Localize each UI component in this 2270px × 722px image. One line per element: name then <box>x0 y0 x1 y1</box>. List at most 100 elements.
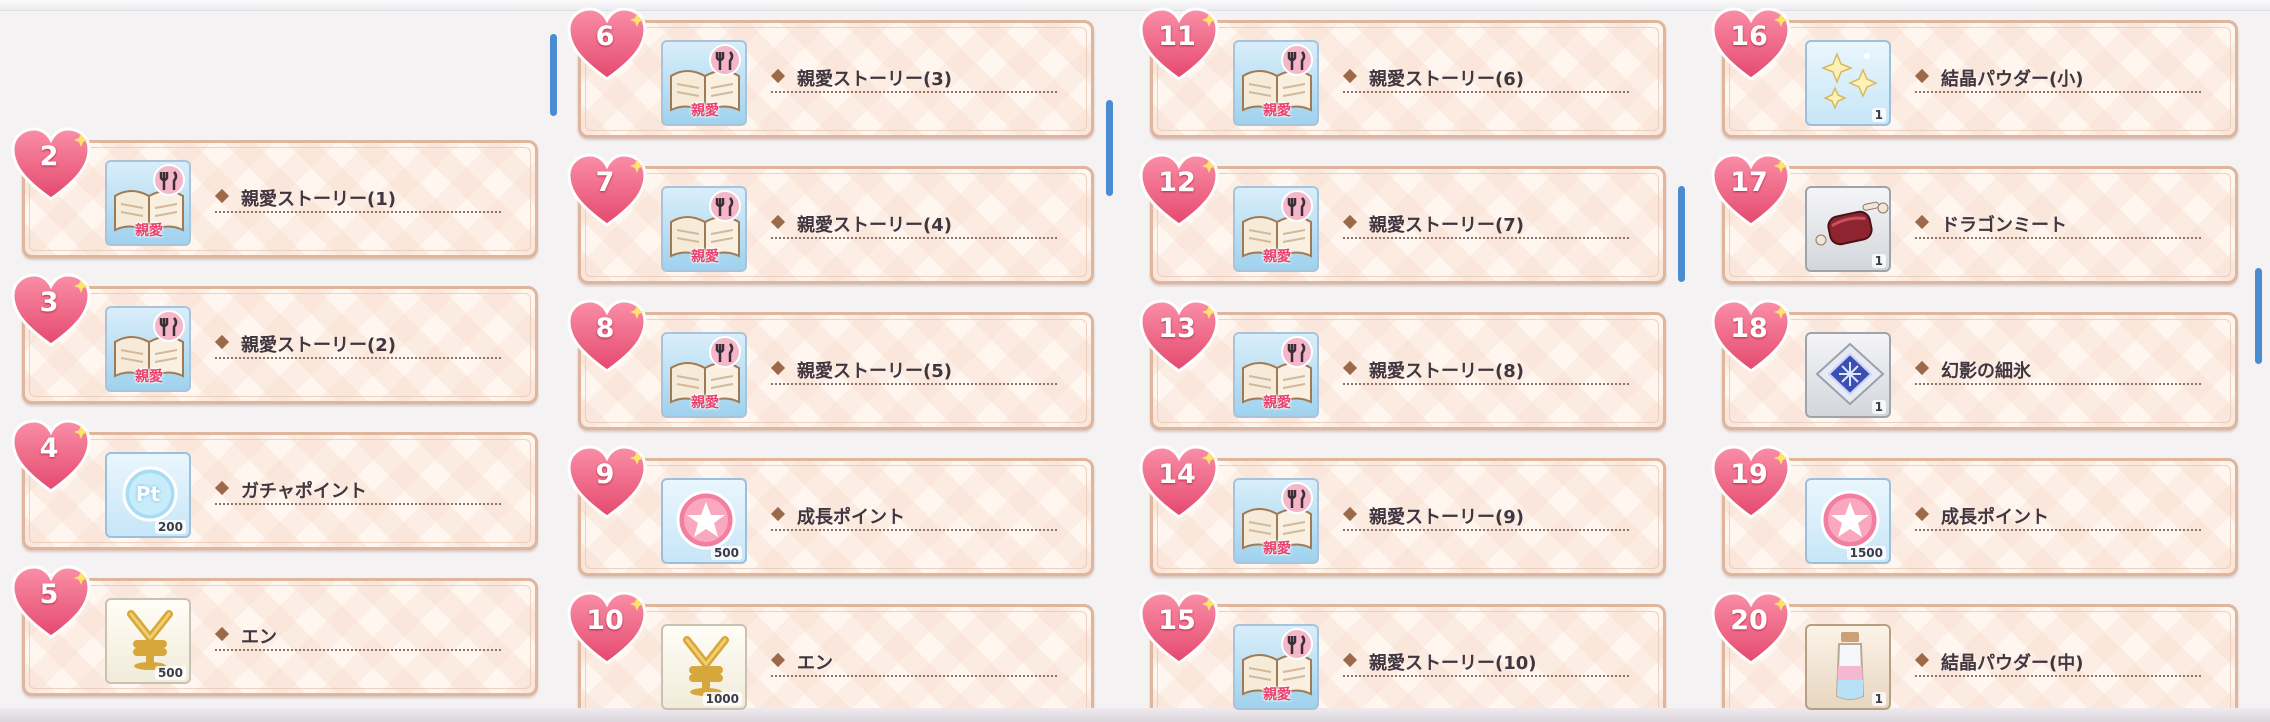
diamond-bullet-icon <box>1342 652 1358 668</box>
reward-column-3[interactable]: 11 親愛 親愛ストーリー(6) 12 親愛 親愛ストーリー(7) 13 親愛 親愛ス… <box>1139 0 1710 722</box>
icon-badge: 親愛 <box>1263 103 1291 119</box>
reward-card[interactable]: 8 親愛 親愛ストーリー(5) <box>567 299 1094 430</box>
reward-name-row: 親愛ストーリー(4) <box>770 209 1057 239</box>
reward-card[interactable]: 2 親愛 親愛ストーリー(1) <box>11 127 538 258</box>
heart-level-badge: 13 <box>1139 299 1219 375</box>
reward-column-2[interactable]: 6 親愛 親愛ストーリー(3) 7 親愛 親愛ストーリー(4) 8 親愛 親愛ストーリ… <box>567 0 1138 722</box>
scrollbar[interactable] <box>2255 268 2262 364</box>
dragon-meat-icon[interactable]: 1 <box>1805 186 1891 272</box>
reward-card[interactable]: 14 親愛 親愛ストーリー(9) <box>1139 445 1666 576</box>
heart-level-badge: 10 <box>567 591 647 667</box>
love-story-book-icon[interactable]: 親愛 <box>105 160 191 246</box>
love-story-book-icon[interactable]: 親愛 <box>661 186 747 272</box>
crystal-powder-icon[interactable]: 1 <box>1805 40 1891 126</box>
item-quantity: 1 <box>1871 108 1886 122</box>
love-story-book-icon[interactable]: 親愛 <box>661 332 747 418</box>
diamond-bullet-icon <box>1342 506 1358 522</box>
reward-name-row: ガチャポイント <box>214 475 501 505</box>
icon-badge: 親愛 <box>691 395 719 411</box>
reward-card[interactable]: 13 親愛 親愛ストーリー(8) <box>1139 299 1666 430</box>
diamond-bullet-icon <box>770 68 786 84</box>
reward-column-1[interactable]: 2 親愛 親愛ストーリー(1) 3 親愛 親愛ストーリー(2) 4 Pt 200 ガチャ… <box>11 0 582 722</box>
reward-name: エン <box>241 627 277 648</box>
reward-name-row: 親愛ストーリー(8) <box>1342 355 1629 385</box>
yen-icon[interactable]: 1000 <box>661 624 747 710</box>
level-number: 8 <box>595 313 615 344</box>
level-number: 16 <box>1730 21 1768 52</box>
growth-point-icon[interactable]: 1500 <box>1805 478 1891 564</box>
reward-card[interactable]: 18 1 幻影の細氷 <box>1711 299 2238 430</box>
reward-name-row: 親愛ストーリー(2) <box>214 329 501 359</box>
diamond-bullet-icon <box>214 334 230 350</box>
scrollbar[interactable] <box>550 34 557 116</box>
heart-level-badge: 2 <box>11 127 91 203</box>
reward-card[interactable]: 16 1 結晶パウダー(小) <box>1711 7 2238 138</box>
diamond-bullet-icon <box>214 188 230 204</box>
item-quantity: 500 <box>710 546 742 560</box>
diamond-bullet-icon <box>214 626 230 642</box>
icon-badge: 親愛 <box>691 249 719 265</box>
reward-card[interactable]: 6 親愛 親愛ストーリー(3) <box>567 7 1094 138</box>
diamond-bullet-icon <box>1914 506 1930 522</box>
icon-badge: 親愛 <box>1263 395 1291 411</box>
reward-name: 親愛ストーリー(3) <box>797 69 952 90</box>
reward-card[interactable]: 9 500 成長ポイント <box>567 445 1094 576</box>
gacha-point-icon[interactable]: Pt 200 <box>105 452 191 538</box>
love-story-book-icon[interactable]: 親愛 <box>1233 186 1319 272</box>
icon-badge: 親愛 <box>1263 541 1291 557</box>
diamond-bullet-icon <box>1342 68 1358 84</box>
diamond-bullet-icon <box>1914 360 1930 376</box>
reward-card[interactable]: 11 親愛 親愛ストーリー(6) <box>1139 7 1666 138</box>
reward-column-4[interactable]: 16 1 結晶パウダー(小) 17 1 ドラゴンミート 18 1 幻影の細氷 19 1… <box>1711 0 2270 722</box>
growth-point-icon[interactable]: 500 <box>661 478 747 564</box>
reward-name-row: 親愛ストーリー(3) <box>770 63 1057 93</box>
level-number: 7 <box>595 167 615 198</box>
reward-card[interactable]: 5 500 エン <box>11 565 538 696</box>
love-story-book-icon[interactable]: 親愛 <box>1233 332 1319 418</box>
level-number: 11 <box>1158 21 1196 52</box>
phantom-ice-icon[interactable]: 1 <box>1805 332 1891 418</box>
level-number: 5 <box>39 579 59 610</box>
love-story-book-icon[interactable]: 親愛 <box>105 306 191 392</box>
level-number: 20 <box>1730 605 1768 636</box>
reward-name: 親愛ストーリー(8) <box>1369 361 1524 382</box>
reward-card[interactable]: 3 親愛 親愛ストーリー(2) <box>11 273 538 404</box>
heart-level-badge: 5 <box>11 565 91 641</box>
love-story-book-icon[interactable]: 親愛 <box>1233 40 1319 126</box>
item-quantity: 1 <box>1871 400 1886 414</box>
item-quantity: 1 <box>1871 254 1886 268</box>
reward-card[interactable]: 12 親愛 親愛ストーリー(7) <box>1139 153 1666 284</box>
heart-level-badge: 12 <box>1139 153 1219 229</box>
reward-card[interactable]: 20 1 結晶パウダー(中) <box>1711 591 2238 722</box>
diamond-bullet-icon <box>1342 214 1358 230</box>
reward-name-row: 結晶パウダー(中) <box>1914 647 2201 677</box>
reward-name: 親愛ストーリー(9) <box>1369 507 1524 528</box>
love-story-book-icon[interactable]: 親愛 <box>1233 624 1319 710</box>
scrollbar[interactable] <box>1678 186 1685 282</box>
yen-icon[interactable]: 500 <box>105 598 191 684</box>
reward-card[interactable]: 4 Pt 200 ガチャポイント <box>11 419 538 550</box>
item-quantity: 500 <box>154 666 186 680</box>
love-story-book-icon[interactable]: 親愛 <box>661 40 747 126</box>
diamond-bullet-icon <box>214 480 230 496</box>
level-number: 13 <box>1158 313 1196 344</box>
diamond-bullet-icon <box>770 652 786 668</box>
scrollbar[interactable] <box>1106 100 1113 196</box>
heart-level-badge: 20 <box>1711 591 1791 667</box>
heart-level-badge: 3 <box>11 273 91 349</box>
reward-card[interactable]: 7 親愛 親愛ストーリー(4) <box>567 153 1094 284</box>
reward-name: 結晶パウダー(中) <box>1941 653 2084 674</box>
reward-card[interactable]: 17 1 ドラゴンミート <box>1711 153 2238 284</box>
bottom-edge <box>0 708 2270 722</box>
crystal-powder-bottle-icon[interactable]: 1 <box>1805 624 1891 710</box>
reward-name: 幻影の細氷 <box>1941 361 2031 382</box>
reward-card[interactable]: 10 1000 エン <box>567 591 1094 722</box>
love-story-book-icon[interactable]: 親愛 <box>1233 478 1319 564</box>
item-quantity: 1500 <box>1846 546 1886 560</box>
reward-card[interactable]: 15 親愛 親愛ストーリー(10) <box>1139 591 1666 722</box>
reward-name-row: 成長ポイント <box>770 501 1057 531</box>
reward-name: 親愛ストーリー(7) <box>1369 215 1524 236</box>
reward-name: 親愛ストーリー(2) <box>241 335 396 356</box>
reward-card[interactable]: 19 1500 成長ポイント <box>1711 445 2238 576</box>
level-number: 4 <box>39 433 59 464</box>
